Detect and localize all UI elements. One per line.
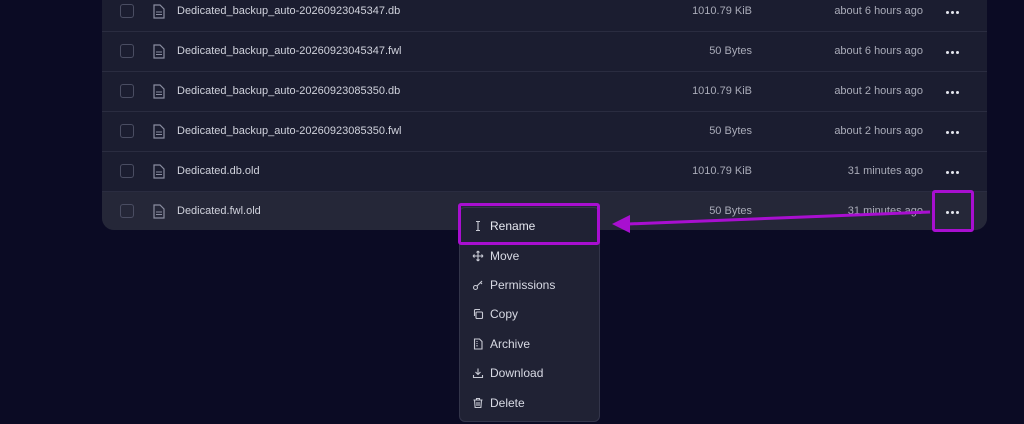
file-name[interactable]: Dedicated_backup_auto-20260923045347.db: [177, 5, 400, 17]
row-more-button[interactable]: [942, 162, 962, 182]
file-size: 1010.79 KiB: [692, 5, 752, 17]
row-checkbox[interactable]: [120, 4, 134, 18]
row-checkbox[interactable]: [120, 44, 134, 58]
file-icon: [153, 4, 165, 19]
file-modified: 31 minutes ago: [847, 205, 923, 217]
rename-highlight-box: [458, 203, 600, 245]
copy-icon: [473, 308, 484, 320]
menu-item-delete[interactable]: Delete: [460, 389, 599, 417]
file-icon: [153, 44, 165, 59]
table-row[interactable]: Dedicated.db.old 1010.79 KiB 31 minutes …: [102, 152, 987, 192]
file-icon: [153, 204, 165, 219]
file-modified: about 6 hours ago: [834, 5, 923, 17]
menu-item-label: Move: [490, 249, 520, 263]
file-modified: 31 minutes ago: [847, 165, 923, 177]
trash-icon: [473, 397, 483, 409]
row-more-button[interactable]: [942, 82, 962, 102]
more-dots-icon: [945, 130, 959, 134]
file-size: 50 Bytes: [709, 45, 752, 57]
menu-item-move[interactable]: Move: [460, 242, 599, 270]
menu-item-label: Permissions: [490, 278, 556, 292]
row-checkbox[interactable]: [120, 204, 134, 218]
more-dots-icon: [945, 10, 959, 14]
row-more-button[interactable]: [942, 2, 962, 22]
file-name[interactable]: Dedicated_backup_auto-20260923085350.fwl: [177, 125, 401, 137]
row-checkbox[interactable]: [120, 164, 134, 178]
table-row[interactable]: Dedicated_backup_auto-20260923085350.db …: [102, 72, 987, 112]
file-size: 1010.79 KiB: [692, 165, 752, 177]
file-modified: about 2 hours ago: [834, 125, 923, 137]
move-arrows-icon: [472, 250, 484, 262]
menu-item-archive[interactable]: Archive: [460, 330, 599, 358]
file-name[interactable]: Dedicated.db.old: [177, 165, 260, 177]
more-dots-icon: [945, 50, 959, 54]
row-checkbox[interactable]: [120, 84, 134, 98]
download-icon: [472, 368, 484, 379]
menu-item-download[interactable]: Download: [460, 359, 599, 387]
menu-item-label: Copy: [490, 307, 519, 321]
table-row[interactable]: Dedicated_backup_auto-20260923045347.db …: [102, 0, 987, 32]
more-dots-icon: [945, 90, 959, 94]
file-name[interactable]: Dedicated.fwl.old: [177, 205, 261, 217]
file-size: 50 Bytes: [709, 205, 752, 217]
more-dots-icon: [945, 170, 959, 174]
table-row[interactable]: Dedicated_backup_auto-20260923045347.fwl…: [102, 32, 987, 72]
file-modified: about 2 hours ago: [834, 85, 923, 97]
menu-item-label: Delete: [490, 396, 525, 410]
file-size: 1010.79 KiB: [692, 85, 752, 97]
file-name[interactable]: Dedicated_backup_auto-20260923085350.db: [177, 85, 400, 97]
table-row[interactable]: Dedicated_backup_auto-20260923085350.fwl…: [102, 112, 987, 152]
file-icon: [153, 124, 165, 139]
menu-item-label: Download: [490, 366, 544, 380]
file-modified: about 6 hours ago: [834, 45, 923, 57]
file-size: 50 Bytes: [709, 125, 752, 137]
menu-item-label: Archive: [490, 337, 531, 351]
archive-file-icon: [473, 338, 483, 350]
row-more-button[interactable]: [942, 42, 962, 62]
file-icon: [153, 84, 165, 99]
key-icon: [472, 280, 483, 291]
more-button-highlight-box: [932, 190, 974, 232]
row-more-button[interactable]: [942, 122, 962, 142]
file-name[interactable]: Dedicated_backup_auto-20260923045347.fwl: [177, 45, 401, 57]
file-table: Dedicated_backup_auto-20260923045347.db …: [102, 0, 987, 230]
menu-item-permissions[interactable]: Permissions: [460, 271, 599, 299]
file-icon: [153, 164, 165, 179]
menu-item-copy[interactable]: Copy: [460, 300, 599, 328]
row-checkbox[interactable]: [120, 124, 134, 138]
